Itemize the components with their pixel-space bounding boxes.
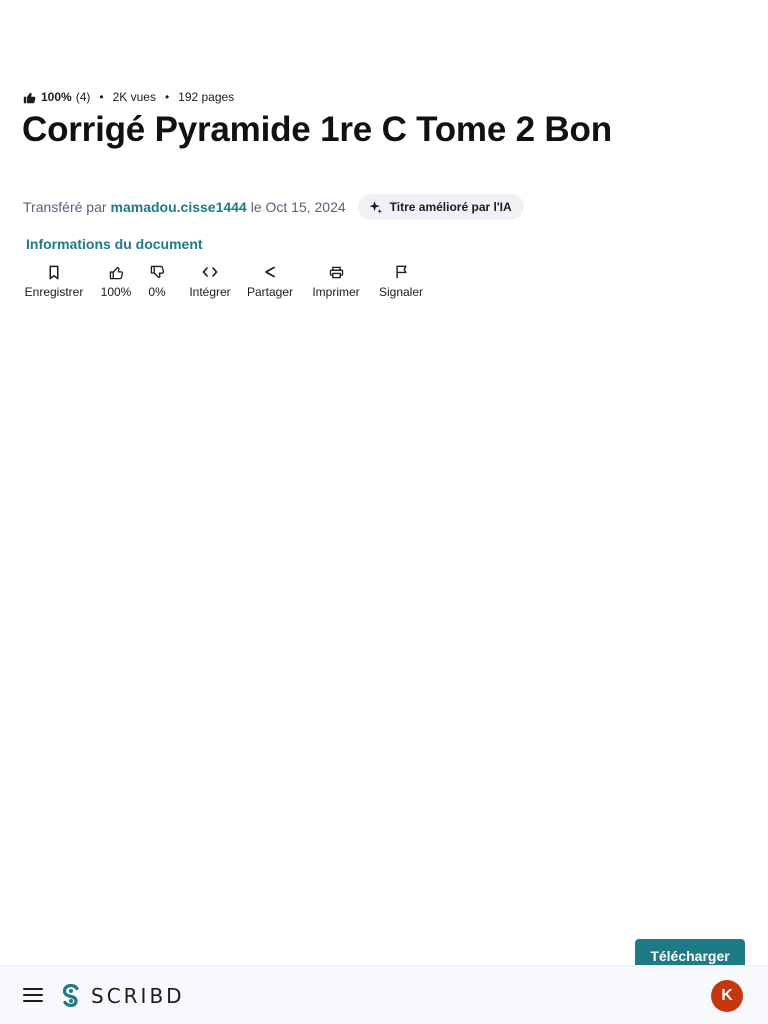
rating-percent: 100% <box>41 90 72 104</box>
thumbs-up-icon <box>23 91 36 104</box>
uploaded-by-label: Transféré par <box>23 199 107 215</box>
rating-count: (4) <box>75 90 91 104</box>
scribd-logo[interactable]: SCRIBD <box>60 983 185 1009</box>
print-button[interactable]: Imprimer <box>302 262 370 304</box>
scribd-logo-text: SCRIBD <box>91 984 185 1008</box>
separator-dot: • <box>99 90 104 104</box>
action-toolbar: Enregistrer 100% 0% Intégrer Partager Im… <box>23 262 432 304</box>
ai-chip-label: Titre amélioré par l'IA <box>389 200 512 214</box>
scribd-logo-icon <box>60 983 82 1009</box>
save-button[interactable]: Enregistrer <box>23 262 85 304</box>
separator-dot: • <box>164 90 170 104</box>
sparkle-icon <box>368 200 383 215</box>
print-label: Imprimer <box>312 285 360 299</box>
bookmark-icon <box>47 262 61 282</box>
upvote-percent: 100% <box>100 285 132 299</box>
document-info-link[interactable]: Informations du document <box>26 236 203 252</box>
page-count: 192 pages <box>178 90 235 104</box>
downvote-percent: 0% <box>148 285 166 299</box>
share-icon <box>263 262 277 282</box>
report-button[interactable]: Signaler <box>370 262 432 304</box>
embed-button[interactable]: Intégrer <box>180 262 240 304</box>
embed-label: Intégrer <box>189 285 231 299</box>
ai-title-chip[interactable]: Titre amélioré par l'IA <box>357 194 524 220</box>
print-icon <box>329 262 344 282</box>
document-title: Corrigé Pyramide 1re C Tome 2 Bon <box>22 110 612 149</box>
embed-code-icon <box>202 262 218 282</box>
view-count: 2K vues <box>112 90 156 104</box>
share-label: Partager <box>246 285 294 299</box>
document-stats: 100% (4) • 2K vues • 192 pages <box>23 88 234 106</box>
bottom-navigation-bar: SCRIBD K <box>0 965 768 1024</box>
user-avatar[interactable]: K <box>711 980 743 1012</box>
report-label: Signaler <box>378 285 424 299</box>
uploader-info: Transféré par mamadou.cisse1444 le Oct 1… <box>23 194 524 220</box>
uploader-username-link[interactable]: mamadou.cisse1444 <box>111 199 247 215</box>
flag-icon <box>395 262 408 282</box>
upvote-button[interactable]: 100% <box>85 262 147 304</box>
thumbs-up-icon <box>109 262 124 282</box>
share-button[interactable]: Partager <box>238 262 302 304</box>
document-page: 100% (4) • 2K vues • 192 pages Corrigé P… <box>0 0 768 1024</box>
menu-icon[interactable] <box>23 988 43 1002</box>
upload-date: le Oct 15, 2024 <box>250 199 346 215</box>
downvote-button[interactable]: 0% <box>147 262 167 304</box>
thumbs-down-icon <box>150 262 165 282</box>
save-label: Enregistrer <box>24 285 84 299</box>
